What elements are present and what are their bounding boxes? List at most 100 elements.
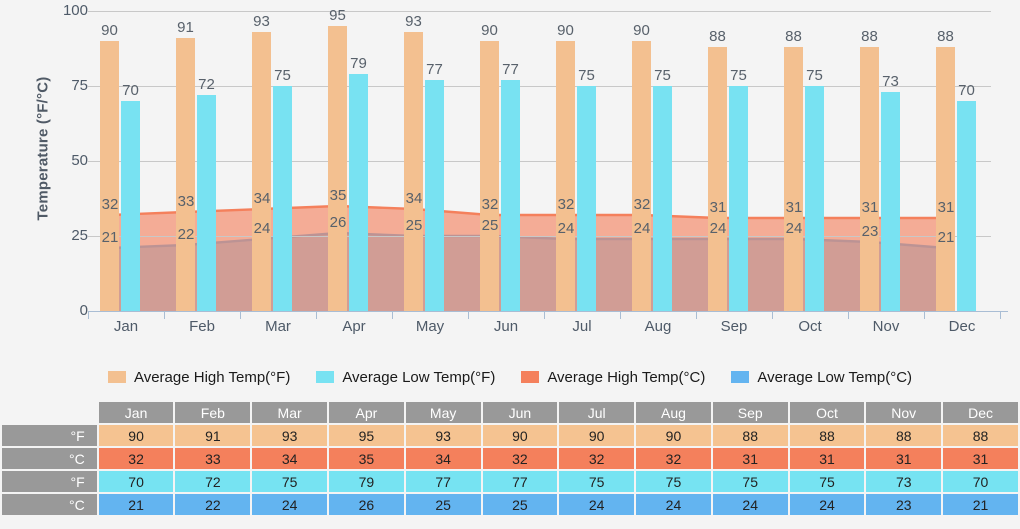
x-axis-label: Dec xyxy=(948,318,976,335)
bar-high-f[interactable] xyxy=(480,41,499,311)
table-month-header: Oct xyxy=(789,402,865,423)
table-row: °C 21 22 24 26 25 25 24 24 24 24 23 21 xyxy=(2,494,1018,515)
area-value-label-high-c: 31 xyxy=(861,199,879,216)
bar-value-label-low-f: 70 xyxy=(122,82,139,99)
table-cell: 24 xyxy=(559,494,635,515)
area-value-label-low-c: 24 xyxy=(253,220,271,237)
bar-value-label-high-f: 93 xyxy=(405,13,422,30)
table-cell: 90 xyxy=(636,425,711,446)
table-cell: 25 xyxy=(405,494,481,515)
area-value-label-low-c: 24 xyxy=(633,220,651,237)
bar-high-f[interactable] xyxy=(708,47,727,311)
bar-high-f[interactable] xyxy=(784,47,803,311)
area-value-label-high-c: 32 xyxy=(101,196,119,213)
table-cell: 23 xyxy=(866,494,942,515)
legend-swatch-icon xyxy=(521,371,540,383)
bar-value-label-low-f: 73 xyxy=(882,73,899,90)
x-axis-label: Aug xyxy=(644,318,672,335)
table-cell: 88 xyxy=(866,425,942,446)
table-row: °C 32 33 34 35 34 32 32 32 31 31 31 31 xyxy=(2,448,1018,469)
table-month-header: Jul xyxy=(559,402,635,423)
table-cell: 21 xyxy=(943,494,1018,515)
table-cell: 32 xyxy=(482,448,558,469)
table-cell: 88 xyxy=(943,425,1018,446)
area-value-label-high-c: 31 xyxy=(785,199,803,216)
table-row-header: °F xyxy=(2,425,97,446)
table-cell: 31 xyxy=(866,448,942,469)
area-value-label-high-c: 33 xyxy=(177,193,195,210)
table-cell: 75 xyxy=(252,471,327,492)
table-cell: 72 xyxy=(175,471,251,492)
table-cell: 22 xyxy=(175,494,251,515)
table-cell: 70 xyxy=(98,471,174,492)
table-cell: 31 xyxy=(943,448,1018,469)
area-value-label-high-c: 32 xyxy=(633,196,651,213)
area-value-label-low-c: 21 xyxy=(937,229,955,246)
chart-legend: Average High Temp(°F) Average Low Temp(°F… xyxy=(0,362,1020,392)
table-cell: 91 xyxy=(175,425,251,446)
bar-value-label-low-f: 75 xyxy=(730,67,747,84)
area-value-label-low-c: 23 xyxy=(861,223,879,240)
table-cell: 88 xyxy=(712,425,788,446)
x-axis-label: May xyxy=(415,318,445,335)
bar-value-label-high-f: 95 xyxy=(329,7,346,24)
table-cell: 35 xyxy=(329,448,404,469)
table-cell: 77 xyxy=(482,471,558,492)
table-month-header: Nov xyxy=(866,402,942,423)
table-cell: 32 xyxy=(98,448,174,469)
table-cell: 70 xyxy=(943,471,1018,492)
area-value-label-low-c: 21 xyxy=(101,229,119,246)
y-axis-tick-label: 25 xyxy=(71,227,88,244)
bar-value-label-high-f: 88 xyxy=(709,28,726,45)
bar-value-label-low-f: 75 xyxy=(578,67,595,84)
bar-value-label-low-f: 72 xyxy=(198,76,215,93)
table-row-header: °C xyxy=(2,494,97,515)
table-cell: 32 xyxy=(559,448,635,469)
area-value-label-low-c: 25 xyxy=(481,217,499,234)
legend-item[interactable]: Average Low Temp(°C) xyxy=(731,369,912,386)
bar-value-label-low-f: 77 xyxy=(426,61,443,78)
legend-item[interactable]: Average High Temp(°C) xyxy=(521,369,705,386)
bar-value-label-high-f: 90 xyxy=(101,22,118,39)
table-cell: 75 xyxy=(712,471,788,492)
bar-value-label-high-f: 88 xyxy=(861,28,878,45)
table-month-header: Jun xyxy=(482,402,558,423)
legend-item[interactable]: Average Low Temp(°F) xyxy=(316,369,495,386)
table-row: °F 90 91 93 95 93 90 90 90 88 88 88 88 xyxy=(2,425,1018,446)
table-cell: 25 xyxy=(482,494,558,515)
table-cell: 21 xyxy=(98,494,174,515)
table-cell: 93 xyxy=(252,425,327,446)
table-cell: 24 xyxy=(789,494,865,515)
table-cell: 90 xyxy=(98,425,174,446)
table-month-header: Aug xyxy=(636,402,711,423)
legend-swatch-icon xyxy=(107,371,126,383)
legend-item[interactable]: Average High Temp(°F) xyxy=(107,369,290,386)
table-cell: 75 xyxy=(636,471,711,492)
x-axis-label: Jun xyxy=(493,318,519,335)
table-month-header: Jan xyxy=(98,402,174,423)
table-month-header: Dec xyxy=(943,402,1018,423)
table-cell: 79 xyxy=(329,471,404,492)
table-cell: 24 xyxy=(636,494,711,515)
bar-value-label-high-f: 90 xyxy=(557,22,574,39)
table-month-header: May xyxy=(405,402,481,423)
y-axis-tick-label: 50 xyxy=(71,152,88,169)
area-value-label-high-c: 31 xyxy=(937,199,955,216)
bar-value-label-low-f: 75 xyxy=(806,67,823,84)
area-value-label-high-c: 35 xyxy=(329,187,347,204)
bar-value-label-low-f: 77 xyxy=(502,61,519,78)
table-row-header: °F xyxy=(2,471,97,492)
table-cell: 90 xyxy=(559,425,635,446)
area-value-label-low-c: 24 xyxy=(709,220,727,237)
table-cell: 75 xyxy=(789,471,865,492)
legend-label: Average Low Temp(°C) xyxy=(757,368,913,386)
x-axis-label: Jul xyxy=(572,318,592,335)
area-value-label-low-c: 24 xyxy=(785,220,803,237)
x-axis-label: Apr xyxy=(342,318,366,335)
table-cell: 31 xyxy=(789,448,865,469)
table-cell: 24 xyxy=(712,494,788,515)
climate-data-table: Jan Feb Mar Apr May Jun Jul Aug Sep Oct Nov Dec °F 9… xyxy=(0,400,1020,517)
area-value-label-high-c: 34 xyxy=(405,190,423,207)
table-month-header: Feb xyxy=(175,402,251,423)
x-axis-label: Nov xyxy=(872,318,900,335)
